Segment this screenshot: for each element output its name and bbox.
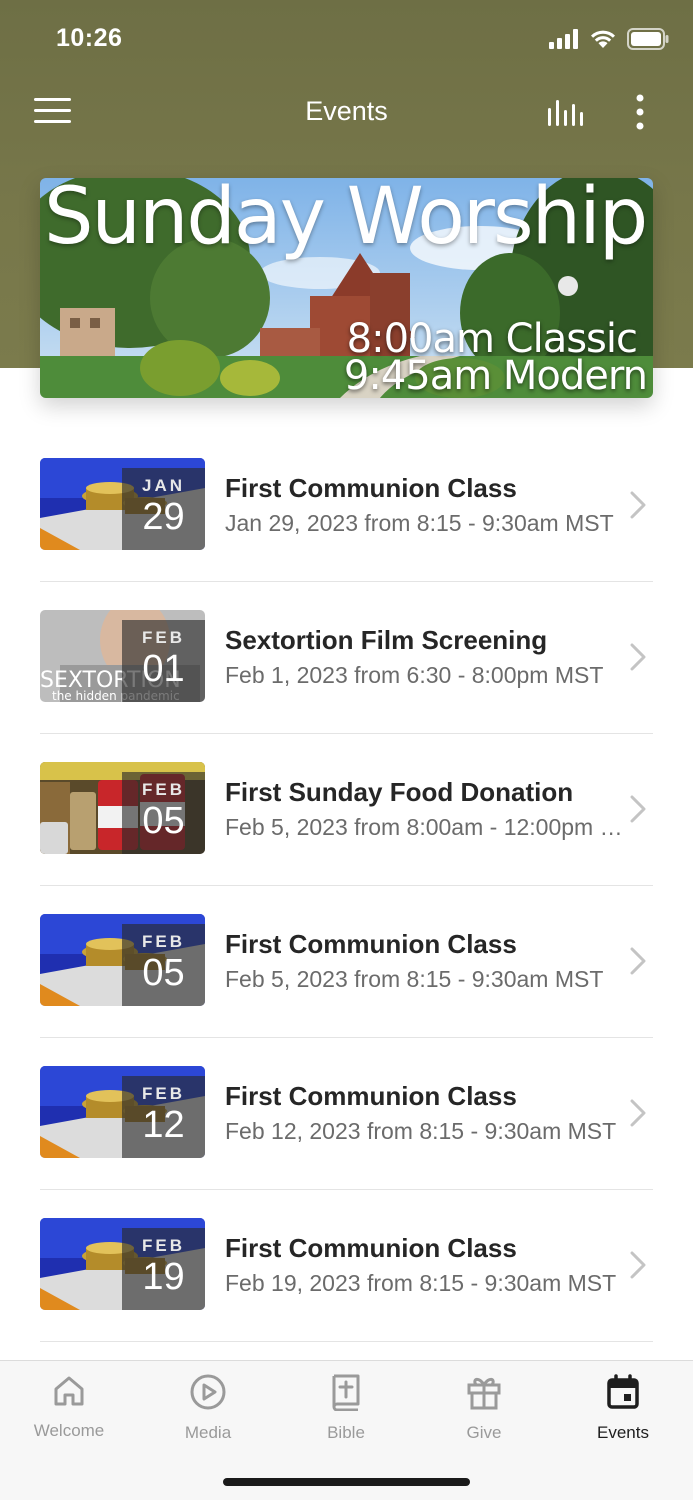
- chevron-right-icon: [630, 643, 646, 671]
- tab-welcome[interactable]: Welcome: [9, 1373, 129, 1441]
- event-title: First Communion Class: [225, 929, 517, 959]
- page-title: Events: [305, 96, 388, 126]
- event-datetime: Feb 12, 2023 from 8:15 - 9:30am MST: [225, 1118, 617, 1144]
- tab-give[interactable]: Give: [424, 1373, 544, 1443]
- tab-label: Welcome: [33, 1421, 105, 1440]
- date-day: 29: [142, 496, 185, 538]
- event-row[interactable]: SEXTORTION the hidden pandemic FEB 01 Se…: [40, 582, 653, 734]
- event-title: Sextortion Film Screening: [225, 625, 548, 655]
- date-badge: FEB 01: [122, 620, 205, 702]
- event-datetime: Feb 5, 2023 from 8:00am - 12:00pm MST: [225, 814, 629, 840]
- date-month: FEB: [142, 932, 185, 951]
- date-badge: JAN 29: [122, 468, 205, 550]
- event-thumbnail: JAN 29: [40, 458, 205, 550]
- event-title: First Communion Class: [225, 473, 517, 503]
- wifi-icon: [591, 30, 615, 48]
- event-thumbnail: FEB 05: [40, 762, 205, 854]
- event-title: First Communion Class: [225, 1233, 517, 1263]
- banner-title: Sunday Worship: [44, 178, 648, 262]
- chevron-right-icon: [630, 1099, 646, 1127]
- bible-icon: [332, 1374, 360, 1411]
- event-row[interactable]: FEB 12 First Communion Class Feb 12, 202…: [40, 1038, 653, 1190]
- date-month: FEB: [142, 1236, 185, 1255]
- featured-event-banner[interactable]: Sunday Worship 8:00am Classic 9:45am Mod…: [40, 178, 653, 398]
- event-row[interactable]: JAN 29 First Communion Class Jan 29, 202…: [40, 430, 653, 582]
- event-datetime: Feb 1, 2023 from 6:30 - 8:00pm MST: [225, 662, 604, 688]
- event-thumbnail: FEB 19: [40, 1218, 205, 1310]
- event-title: First Communion Class: [225, 1081, 517, 1111]
- chevron-right-icon: [630, 1251, 646, 1279]
- gift-icon: [467, 1377, 501, 1410]
- date-badge: FEB 19: [122, 1228, 205, 1310]
- tab-label: Media: [184, 1423, 232, 1442]
- status-bar: 10:26: [0, 0, 693, 80]
- date-day: 19: [142, 1256, 185, 1298]
- event-datetime: Jan 29, 2023 from 8:15 - 9:30am MST: [225, 510, 614, 536]
- date-day: 12: [142, 1104, 185, 1146]
- tab-media[interactable]: Media: [148, 1373, 268, 1443]
- status-icons: [549, 28, 669, 50]
- date-month: FEB: [142, 780, 185, 799]
- tab-label: Give: [466, 1423, 502, 1442]
- battery-icon: [627, 28, 669, 50]
- chevron-right-icon: [630, 795, 646, 823]
- date-badge: FEB 12: [122, 1076, 205, 1158]
- home-indicator[interactable]: [223, 1478, 470, 1486]
- tab-label: Bible: [327, 1423, 365, 1442]
- event-thumbnail: FEB 05: [40, 914, 205, 1006]
- play-icon: [190, 1374, 226, 1410]
- status-time: 10:26: [56, 24, 123, 52]
- home-icon: [54, 1376, 84, 1406]
- event-row[interactable]: FEB 05 First Communion Class Feb 5, 2023…: [40, 886, 653, 1038]
- calendar-icon: [607, 1374, 639, 1409]
- event-datetime: Feb 19, 2023 from 8:15 - 9:30am MST: [225, 1270, 617, 1296]
- event-thumbnail: SEXTORTION the hidden pandemic FEB 01: [40, 610, 205, 702]
- tab-bible[interactable]: Bible: [286, 1373, 406, 1443]
- banner-time-modern: 9:45am Modern: [343, 353, 648, 398]
- signal-icon: [549, 29, 578, 49]
- chevron-right-icon: [630, 491, 646, 519]
- event-datetime: Feb 5, 2023 from 8:15 - 9:30am MST: [225, 966, 604, 992]
- more-options-icon[interactable]: [626, 94, 654, 130]
- event-list: JAN 29 First Communion Class Jan 29, 202…: [40, 430, 653, 1342]
- date-day: 01: [142, 648, 185, 690]
- date-day: 05: [142, 800, 185, 842]
- navigation-bar: Events: [0, 80, 693, 142]
- date-month: JAN: [141, 476, 185, 495]
- audio-bars-icon[interactable]: [544, 96, 588, 128]
- event-row[interactable]: FEB 19 First Communion Class Feb 19, 202…: [40, 1190, 653, 1342]
- date-day: 05: [142, 952, 185, 994]
- date-badge: FEB 05: [122, 772, 205, 854]
- date-month: FEB: [142, 1084, 185, 1103]
- event-row[interactable]: FEB 05 First Sunday Food Donation Feb 5,…: [40, 734, 653, 886]
- chevron-right-icon: [630, 947, 646, 975]
- date-month: FEB: [142, 628, 185, 647]
- tab-events[interactable]: Events: [563, 1373, 683, 1443]
- event-thumbnail: FEB 12: [40, 1066, 205, 1158]
- event-title: First Sunday Food Donation: [225, 777, 574, 807]
- tab-label: Events: [597, 1423, 649, 1442]
- date-badge: FEB 05: [122, 924, 205, 1006]
